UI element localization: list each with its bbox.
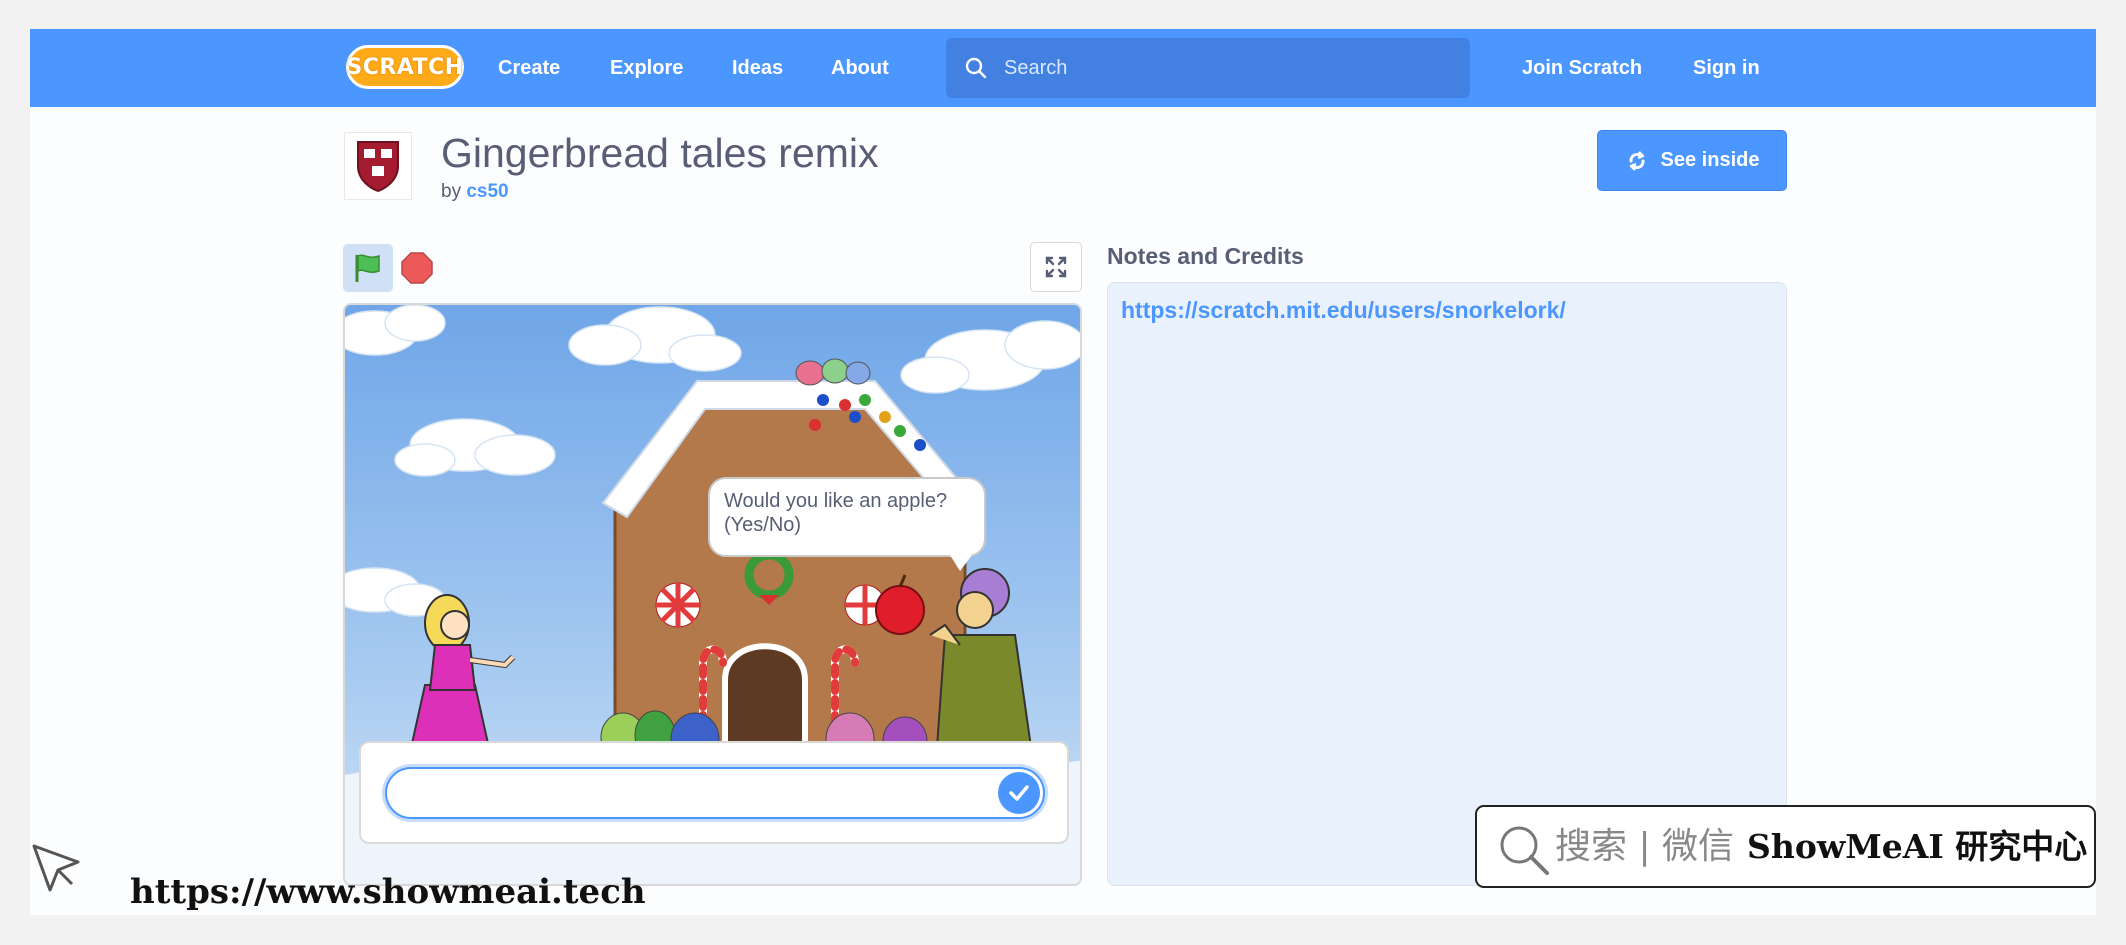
nav-about[interactable]: About	[831, 29, 889, 107]
fullscreen-button[interactable]	[1030, 242, 1082, 292]
watermark-url: https://www.showmeai.tech	[130, 872, 646, 912]
by-label: by	[441, 181, 462, 202]
see-inside-button[interactable]: See inside	[1597, 130, 1787, 191]
logo-text: SCRATCH	[346, 54, 464, 80]
notes-credit-link[interactable]: https://scratch.mit.edu/users/snorkelork…	[1121, 297, 1566, 324]
see-inside-label: See inside	[1660, 149, 1760, 171]
watermark-search-text: 搜索 | 微信	[1555, 826, 1735, 867]
search-input[interactable]	[1004, 38, 1454, 98]
notes-title: Notes and Credits	[1107, 243, 1304, 269]
checkmark-icon	[1009, 785, 1029, 801]
cursor-icon	[32, 844, 80, 892]
notes-box: https://scratch.mit.edu/users/snorkelork…	[1107, 282, 1787, 886]
search-bar	[946, 38, 1470, 98]
nav-ideas[interactable]: Ideas	[732, 29, 783, 107]
ask-panel	[359, 741, 1069, 844]
byline: by cs50	[441, 181, 509, 203]
showmeai-watermark: 搜索 | 微信 ShowMeAI 研究中心	[1475, 805, 2096, 888]
answer-field	[385, 767, 1045, 819]
harvard-shield-icon	[357, 141, 399, 192]
watermark-brand: ShowMeAI 研究中心	[1747, 827, 2088, 866]
scratch-logo[interactable]: SCRATCH	[346, 45, 464, 89]
stop-sign-icon	[401, 252, 433, 284]
search-icon	[965, 57, 987, 79]
remix-arrows-icon	[1629, 150, 1645, 171]
speech-bubble: Would you like an apple? (Yes/No)	[708, 477, 986, 571]
project-stage[interactable]: Would you like an apple? (Yes/No)	[343, 303, 1082, 886]
join-scratch-link[interactable]: Join Scratch	[1522, 29, 1642, 107]
author-avatar[interactable]	[344, 132, 412, 200]
nav-create[interactable]: Create	[498, 29, 560, 107]
speech-line-2: (Yes/No)	[724, 514, 802, 536]
stop-button[interactable]	[400, 251, 434, 285]
fullscreen-icon	[1045, 256, 1067, 278]
page: SCRATCH Create Explore Ideas About Join …	[30, 29, 2096, 915]
green-flag-button[interactable]	[343, 244, 393, 292]
top-nav: SCRATCH Create Explore Ideas About Join …	[30, 29, 2096, 107]
sign-in-link[interactable]: Sign in	[1693, 29, 1760, 107]
speech-line-1: Would you like an apple?	[724, 490, 948, 512]
magnifier-icon	[1500, 826, 1549, 875]
project-title: Gingerbread tales remix	[441, 130, 879, 176]
answer-input[interactable]	[405, 769, 985, 817]
author-link[interactable]: cs50	[466, 181, 508, 202]
nav-explore[interactable]: Explore	[610, 29, 683, 107]
green-flag-icon	[355, 254, 380, 282]
submit-answer-button[interactable]	[998, 772, 1040, 814]
